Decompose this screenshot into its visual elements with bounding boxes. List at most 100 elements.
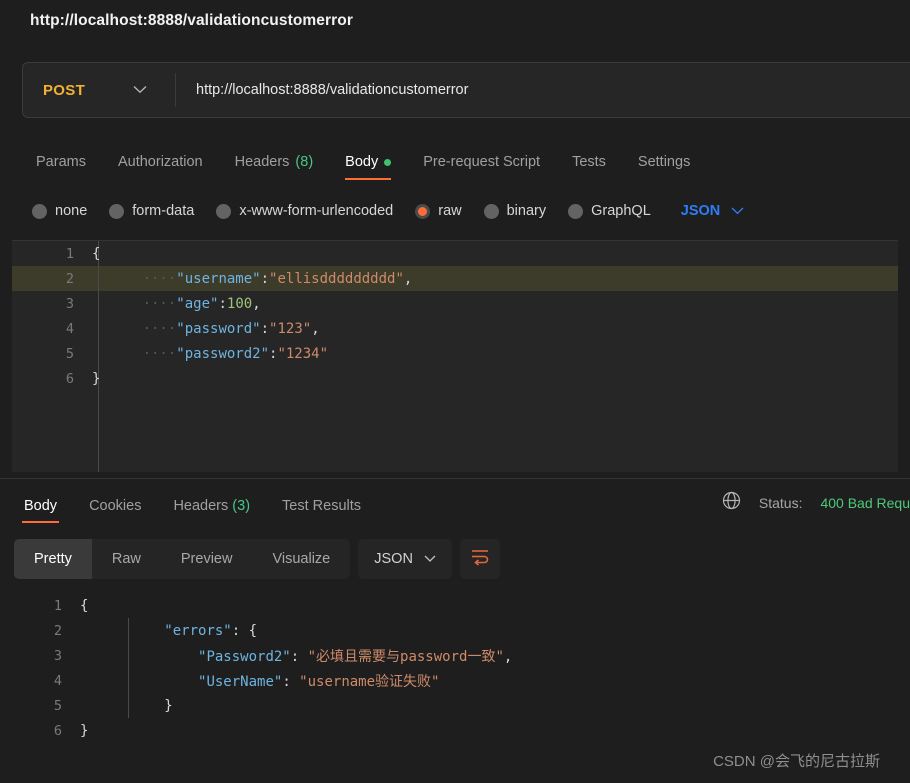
tab-authorization-label: Authorization [117, 154, 203, 170]
page-title: http://localhost:8888/validationcustomer… [30, 12, 353, 29]
tab-params-label: Params [36, 154, 86, 170]
response-separator [0, 478, 910, 479]
response-status-area: Status: 400 Bad Requ [722, 491, 910, 523]
body-type-raw-label: raw [438, 203, 462, 219]
tab-settings-label: Settings [637, 154, 691, 170]
tab-tests[interactable]: Tests [556, 154, 622, 180]
url-input[interactable]: http://localhost:8888/validationcustomer… [176, 63, 910, 117]
request-body-editor[interactable]: 1 { 2 ····"username":"ellisddddddddd", 3… [12, 240, 898, 472]
response-tab-test-results-label: Test Results [282, 498, 362, 514]
line-number: 1 [65, 245, 74, 262]
response-tab-cookies-label: Cookies [89, 498, 142, 514]
line-number: 5 [65, 345, 74, 362]
body-type-binary[interactable]: binary [483, 203, 547, 219]
response-tab-test-results[interactable]: Test Results [266, 498, 377, 523]
body-type-form-data[interactable]: form-data [109, 203, 194, 219]
view-mode-preview[interactable]: Preview [161, 539, 253, 579]
tab-pre-request-script[interactable]: Pre-request Script [407, 154, 556, 180]
code-value: "ellisddddddddd" [269, 270, 404, 287]
radio-icon [109, 203, 125, 219]
request-url-bar: POST http://localhost:8888/validationcus… [22, 62, 910, 118]
radio-selected-icon [415, 203, 431, 219]
code-key: "password2" [176, 345, 270, 362]
line-number: 5 [53, 697, 62, 714]
code-content: } [80, 722, 89, 739]
response-tab-headers[interactable]: Headers (3) [157, 498, 266, 523]
body-type-graphql[interactable]: GraphQL [568, 203, 651, 219]
body-type-urlencoded-label: x-www-form-urlencoded [239, 203, 394, 219]
watermark: CSDN @会飞的尼古拉斯 [713, 753, 880, 770]
view-mode-pretty[interactable]: Pretty [14, 539, 92, 579]
code-content: } [92, 370, 101, 387]
tab-authorization[interactable]: Authorization [102, 154, 219, 180]
response-tab-headers-count: (3) [232, 498, 251, 514]
word-wrap-button[interactable] [459, 539, 500, 579]
tab-settings[interactable]: Settings [622, 154, 706, 180]
code-key: "UserName" [198, 673, 283, 690]
code-colon: : [260, 270, 270, 287]
body-type-options: none form-data x-www-form-urlencoded raw… [32, 194, 910, 228]
code-colon: : [282, 673, 300, 690]
request-tab-bar: Params Authorization Headers (8) Body Pr… [20, 138, 910, 180]
body-modified-dot-icon [384, 158, 392, 166]
code-close-brace: } [164, 697, 173, 714]
line-number: 4 [65, 320, 74, 337]
response-tab-headers-label: Headers [173, 498, 229, 514]
line-number: 3 [65, 295, 74, 312]
tab-pre-request-script-label: Pre-request Script [423, 154, 541, 170]
body-type-form-data-label: form-data [132, 203, 195, 219]
code-line: 5 } [0, 693, 910, 718]
code-tail: , [403, 270, 413, 287]
radio-icon [32, 203, 47, 219]
chevron-down-icon [424, 550, 436, 568]
response-view-modes: Pretty Raw Preview Visualize [14, 539, 351, 579]
line-number: 3 [53, 647, 62, 664]
word-wrap-icon [470, 548, 490, 571]
body-type-none[interactable]: none [32, 203, 87, 219]
line-number: 1 [53, 597, 62, 614]
window-title-bar: http://localhost:8888/validationcustomer… [0, 0, 910, 40]
chevron-down-icon [731, 202, 744, 220]
tab-headers-label: Headers [234, 154, 290, 170]
tab-body[interactable]: Body [329, 154, 407, 180]
line-number: 6 [65, 370, 74, 387]
status-badge: 400 Bad Requ [820, 495, 910, 511]
code-indent-dots: ···· [142, 345, 177, 362]
http-method-selector[interactable]: POST [23, 63, 175, 117]
tab-headers[interactable]: Headers (8) [219, 154, 330, 180]
tab-params[interactable]: Params [20, 154, 102, 180]
body-type-binary-label: binary [506, 203, 547, 219]
response-tab-cookies[interactable]: Cookies [73, 498, 157, 523]
chevron-down-icon [133, 81, 147, 99]
code-value: "1234" [277, 345, 329, 362]
response-tab-body[interactable]: Body [8, 498, 73, 523]
code-tail: , [503, 648, 513, 665]
radio-icon [483, 203, 499, 219]
response-format-selector[interactable]: JSON [358, 539, 452, 579]
line-number: 2 [53, 622, 62, 639]
tab-headers-count: (8) [295, 154, 314, 170]
code-line: 5 ····"password2":"1234" [12, 341, 898, 366]
body-type-urlencoded[interactable]: x-www-form-urlencoded [216, 203, 393, 219]
tab-tests-label: Tests [572, 154, 606, 170]
line-number: 6 [53, 722, 62, 739]
view-mode-preview-label: Preview [180, 551, 233, 567]
request-format-selector[interactable]: JSON [681, 202, 745, 220]
tab-body-label: Body [345, 154, 379, 170]
response-tab-body-label: Body [24, 498, 58, 514]
response-tab-bar: Body Cookies Headers (3) Test Results [8, 498, 377, 523]
view-mode-raw-label: Raw [111, 551, 141, 567]
response-body-viewer[interactable]: 1 { 2 "errors": { 3 "Password2": "必填且需要与… [0, 593, 910, 751]
view-mode-visualize[interactable]: Visualize [252, 539, 350, 579]
response-toolbar: Pretty Raw Preview Visualize JSON [14, 539, 910, 579]
radio-icon [568, 203, 584, 219]
view-mode-visualize-label: Visualize [272, 551, 331, 567]
http-method-label: POST [43, 81, 86, 99]
body-type-graphql-label: GraphQL [591, 203, 651, 219]
code-value: "username验证失败" [299, 673, 440, 690]
view-mode-raw[interactable]: Raw [92, 539, 161, 579]
status-label: Status: [758, 495, 803, 511]
body-type-raw[interactable]: raw [415, 203, 462, 219]
line-number: 2 [65, 270, 74, 287]
